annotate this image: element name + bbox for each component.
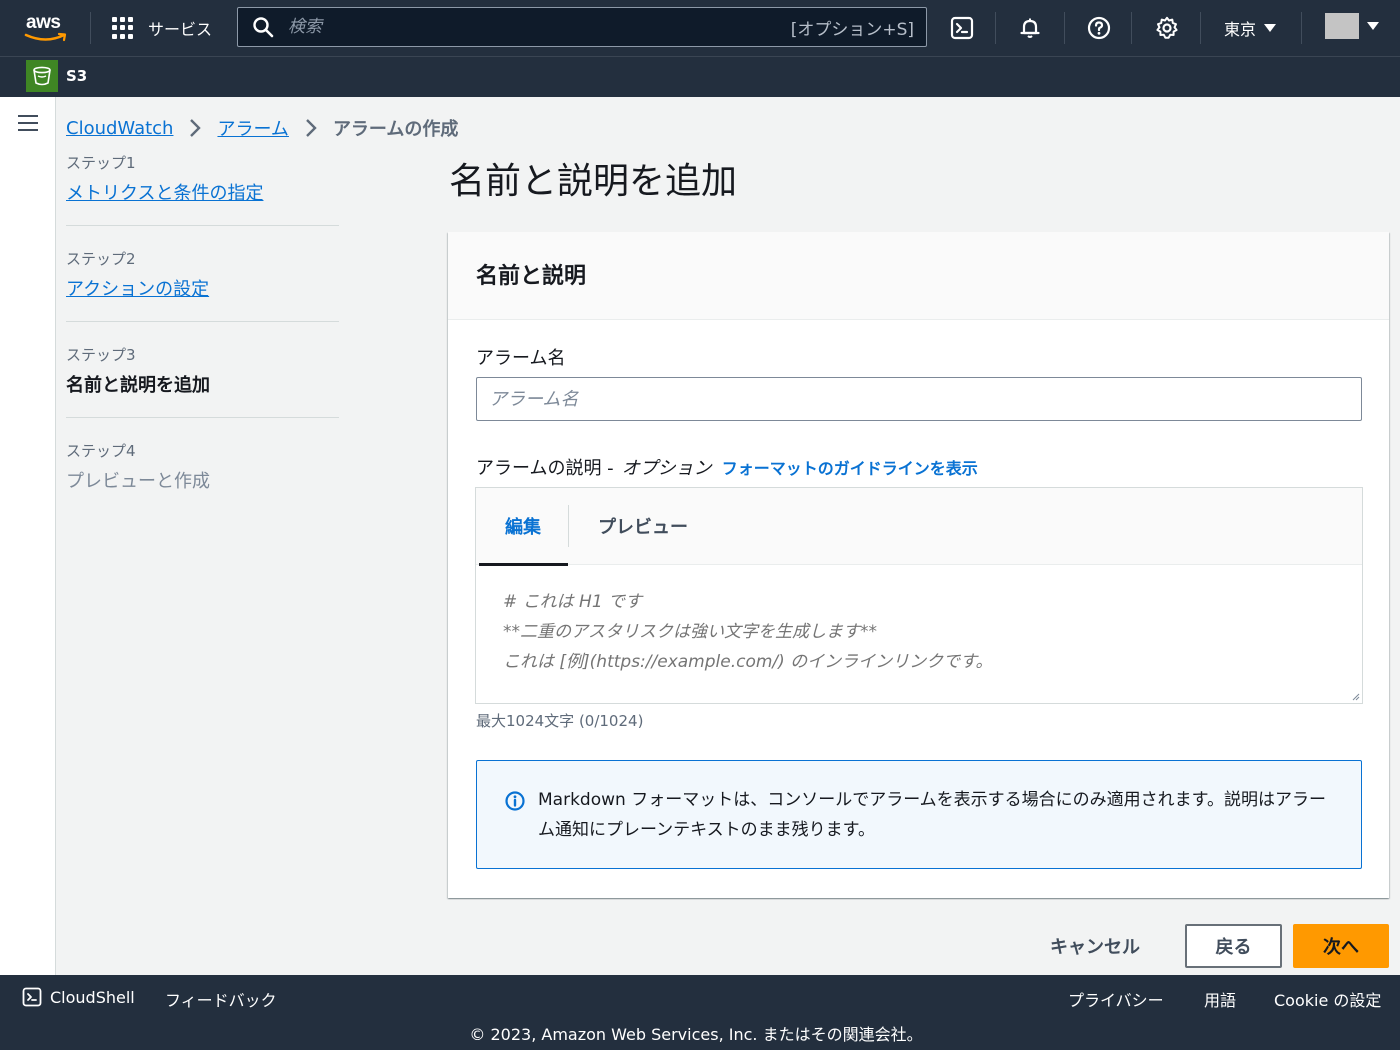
markdown-editor: 編集 プレビュー <box>475 487 1363 704</box>
step-link-metrics[interactable]: メトリクスと条件の指定 <box>66 183 263 204</box>
cancel-button[interactable]: キャンセル <box>1040 925 1150 967</box>
back-button[interactable]: 戻る <box>1185 924 1282 968</box>
aws-smile-icon <box>24 32 67 42</box>
caret-down-icon <box>1367 22 1379 30</box>
aws-logo-text: aws <box>26 12 61 33</box>
search-shortcut-hint: [オプション+S] <box>790 19 914 40</box>
breadcrumb-current: アラームの作成 <box>332 119 459 140</box>
region-label: 東京 <box>1224 20 1257 39</box>
wizard-step-1: ステップ1 メトリクスと条件の指定 <box>66 152 339 226</box>
alarm-name-input[interactable] <box>476 377 1362 421</box>
grid-icon <box>112 17 134 39</box>
caret-down-icon <box>1264 24 1277 32</box>
nav-divider <box>1131 12 1132 44</box>
side-rail <box>0 97 56 975</box>
tab-preview[interactable]: プレビュー <box>569 488 688 565</box>
resize-grip-icon[interactable] <box>1352 693 1360 701</box>
search-icon <box>253 17 274 38</box>
chevron-right-icon <box>190 119 202 137</box>
tab-edit[interactable]: 編集 <box>476 488 568 566</box>
region-selector[interactable]: 東京 <box>1224 16 1277 40</box>
account-menu[interactable] <box>1325 13 1379 39</box>
panel-title: 名前と説明 <box>476 264 587 289</box>
account-avatar <box>1325 13 1359 39</box>
footer-cloudshell-link[interactable]: CloudShell <box>22 987 135 1007</box>
cloudshell-icon[interactable] <box>948 14 976 42</box>
menu-icon[interactable] <box>18 115 38 131</box>
services-menu-button[interactable]: サービス <box>112 14 212 42</box>
services-label: サービス <box>148 20 213 39</box>
cloudshell-icon <box>22 987 42 1007</box>
step-number: ステップ1 <box>66 154 136 172</box>
step-link-actions[interactable]: アクションの設定 <box>66 279 209 300</box>
footer: CloudShell フィードバック プライバシー 用語 Cookie の設定 … <box>0 975 1400 1050</box>
alarm-description-label-row: アラームの説明 - オプション フォーマットのガイドラインを表示 <box>476 454 978 480</box>
format-guidelines-link[interactable]: フォーマットのガイドラインを表示 <box>722 455 978 479</box>
breadcrumb: CloudWatch アラーム アラームの作成 <box>66 115 458 141</box>
favorites-bar <box>0 56 1400 97</box>
alarm-name-label: アラーム名 <box>476 348 566 369</box>
breadcrumb-cloudwatch[interactable]: CloudWatch <box>66 118 173 139</box>
step-number: ステップ3 <box>66 346 136 364</box>
footer-privacy-link[interactable]: プライバシー <box>1068 987 1164 1011</box>
footer-feedback-link[interactable]: フィードバック <box>165 987 277 1011</box>
bell-icon[interactable] <box>1016 14 1044 42</box>
footer-terms-link[interactable]: 用語 <box>1204 987 1236 1011</box>
search-input[interactable] <box>274 8 791 46</box>
step-number: ステップ2 <box>66 250 136 268</box>
wizard-steps: ステップ1 メトリクスと条件の指定 ステップ2 アクションの設定 ステップ3 名… <box>66 152 339 535</box>
wizard-step-3: ステップ3 名前と説明を追加 <box>66 344 339 418</box>
info-icon <box>505 791 525 811</box>
breadcrumb-alarms[interactable]: アラーム <box>217 115 288 141</box>
alarm-description-textarea[interactable] <box>476 565 1362 703</box>
panel-header: 名前と説明 <box>448 232 1389 320</box>
search-bar[interactable]: [オプション+S] <box>237 7 927 47</box>
footer-cloudshell-label: CloudShell <box>50 987 135 1007</box>
optional-tag: オプション <box>621 458 712 479</box>
favorite-s3-label: S3 <box>66 67 88 85</box>
footer-copyright: © 2023, Amazon Web Services, Inc. またはその関… <box>469 1025 923 1044</box>
wizard-step-2: ステップ2 アクションの設定 <box>66 248 339 322</box>
editor-tabs: 編集 プレビュー <box>476 488 1362 566</box>
favorite-s3-link[interactable]: S3 <box>26 60 87 92</box>
nav-divider <box>1064 12 1065 44</box>
nav-divider <box>90 12 91 44</box>
info-alert: Markdown フォーマットは、コンソールでアラームを表示する場合にのみ適用さ… <box>476 760 1362 869</box>
nav-divider <box>995 12 996 44</box>
character-count-hint: 最大1024文字 (0/1024) <box>476 712 644 730</box>
help-icon[interactable] <box>1085 14 1113 42</box>
alarm-description-label: アラームの説明 - <box>476 458 614 479</box>
next-button[interactable]: 次へ <box>1293 924 1389 968</box>
footer-cookie-link[interactable]: Cookie の設定 <box>1274 987 1381 1011</box>
nav-divider <box>1301 12 1302 44</box>
step-current-label: 名前と説明を追加 <box>66 375 210 396</box>
nav-divider <box>1200 12 1201 44</box>
chevron-right-icon <box>306 119 317 137</box>
info-alert-message: Markdown フォーマットは、コンソールでアラームを表示する場合にのみ適用さ… <box>538 790 1326 840</box>
top-navigation: aws サービス [オプション+S] <box>0 0 1400 56</box>
step-disabled-label: プレビューと作成 <box>66 471 210 492</box>
step-number: ステップ4 <box>66 442 136 460</box>
gear-icon[interactable] <box>1153 14 1181 42</box>
wizard-step-4: ステップ4 プレビューと作成 <box>66 440 339 513</box>
name-description-panel: 名前と説明 アラーム名 アラームの説明 - オプション フォーマットのガイドライ… <box>448 232 1389 898</box>
aws-logo[interactable]: aws <box>24 10 70 44</box>
s3-bucket-icon <box>26 60 58 92</box>
page-title: 名前と説明を追加 <box>449 161 738 202</box>
